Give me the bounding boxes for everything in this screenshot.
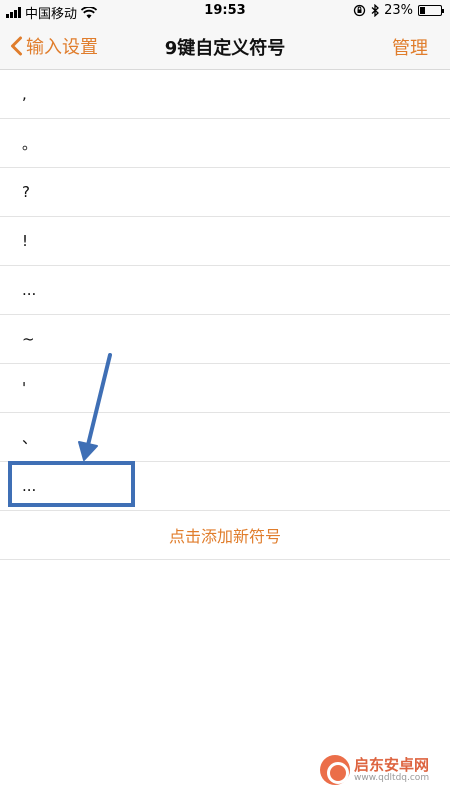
symbol-item[interactable]: 。 [0, 119, 450, 168]
battery-percent: 23% [384, 3, 413, 18]
symbol-item[interactable]: ~ [0, 315, 450, 364]
orientation-lock-icon [353, 4, 366, 17]
symbol-text: 。 [22, 134, 38, 153]
symbol-item[interactable]: ... [0, 462, 450, 511]
battery-fill [420, 7, 425, 14]
watermark: 启东安卓网 www.qdltdq.com [320, 755, 429, 785]
symbol-text: ? [22, 183, 30, 201]
bluetooth-icon [371, 4, 380, 17]
symbol-text: , [22, 85, 27, 103]
status-bar: 中国移动 19:53 23% [0, 0, 450, 22]
symbol-item[interactable]: ! [0, 217, 450, 266]
battery-icon [418, 5, 444, 16]
nav-bar: 输入设置 9键自定义符号 管理 [0, 22, 450, 70]
symbol-text: ... [22, 477, 37, 495]
watermark-text: 启东安卓网 www.qdltdq.com [354, 757, 429, 784]
symbol-text: ' [22, 379, 27, 397]
symbol-text: ~ [22, 330, 35, 348]
symbol-item[interactable]: , [0, 70, 450, 119]
symbol-list: , 。 ? ! ... ~ ' 、 ... 点击添加新符号 [0, 70, 450, 560]
manage-button[interactable]: 管理 [392, 34, 428, 60]
symbol-text: ... [22, 281, 37, 299]
add-symbol-button[interactable]: 点击添加新符号 [0, 511, 450, 560]
symbol-item[interactable]: ... [0, 266, 450, 315]
watermark-name: 启东安卓网 [354, 755, 430, 774]
symbol-item[interactable]: 、 [0, 413, 450, 462]
watermark-logo-icon [320, 755, 350, 785]
chevron-left-icon [11, 36, 22, 56]
symbol-item[interactable]: ' [0, 364, 450, 413]
back-label: 输入设置 [26, 37, 98, 58]
symbol-text: ! [22, 232, 29, 250]
symbol-item[interactable]: ? [0, 168, 450, 217]
symbol-text: 、 [22, 428, 38, 447]
back-button[interactable]: 输入设置 [10, 33, 98, 59]
status-right: 23% [353, 3, 444, 18]
watermark-url: www.qdltdq.com [354, 772, 430, 783]
